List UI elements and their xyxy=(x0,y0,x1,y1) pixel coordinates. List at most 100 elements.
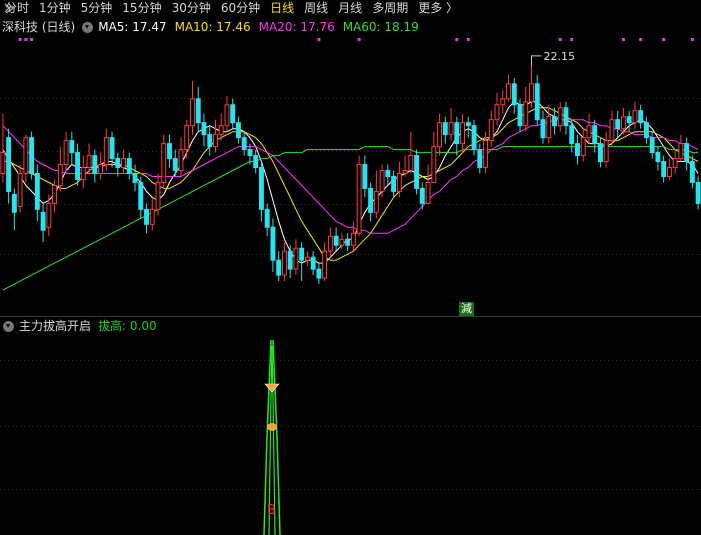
candle-33 xyxy=(190,80,195,135)
dropdown-chevron-icon[interactable] xyxy=(82,21,94,33)
candle-94 xyxy=(540,110,546,144)
candle-body xyxy=(488,119,494,142)
candle-12 xyxy=(69,131,75,165)
ma-legend-item-2: MA20: 17.76 xyxy=(258,20,335,34)
dropdown-chevron-icon[interactable] xyxy=(3,320,14,332)
tab-6[interactable]: 日线 xyxy=(265,0,299,17)
candle-body xyxy=(379,170,385,192)
candle-117 xyxy=(672,149,678,174)
candle-7 xyxy=(40,203,46,243)
candle-body xyxy=(34,172,40,210)
candle-54 xyxy=(310,251,316,276)
candle-body xyxy=(632,110,638,124)
candle-10 xyxy=(57,146,63,192)
candle-27 xyxy=(155,173,161,216)
candle-body xyxy=(529,83,534,103)
candle-body xyxy=(178,149,184,172)
candle-body xyxy=(92,155,98,174)
candle-body xyxy=(534,83,540,121)
panel-divider[interactable] xyxy=(0,316,701,317)
candle-body xyxy=(368,187,374,213)
candle-4 xyxy=(23,134,29,183)
candle-51 xyxy=(293,239,299,276)
candle-body xyxy=(557,107,563,127)
candle-69 xyxy=(396,161,402,198)
candle-body xyxy=(126,158,132,174)
buy-signal-label: B xyxy=(267,503,276,518)
candle-body xyxy=(638,110,644,124)
tab-5[interactable]: 60分钟 xyxy=(216,0,265,17)
candle-body xyxy=(86,155,92,169)
candle-105 xyxy=(603,131,609,168)
candle-body xyxy=(597,143,603,163)
candle-body xyxy=(121,158,126,169)
candle-22 xyxy=(126,152,132,180)
candle-body xyxy=(661,161,667,177)
candle-52 xyxy=(299,242,305,282)
candle-53 xyxy=(304,251,310,267)
candle-body xyxy=(230,104,236,124)
period-tab-bar: 分时 1分钟 5分钟 15分钟 30分钟 60分钟 日线 周线 月线 多周期 更多 〉 xyxy=(0,0,701,17)
ma-legend-item-1: MA10: 17.46 xyxy=(174,20,251,34)
candle-97 xyxy=(557,101,563,132)
candle-body xyxy=(500,98,506,106)
down-arrow-icon xyxy=(264,383,280,393)
candle-body xyxy=(281,250,287,276)
candle-88 xyxy=(506,74,511,102)
tab-8[interactable]: 月线 xyxy=(333,0,367,17)
candle-109 xyxy=(626,110,632,132)
candle-body xyxy=(195,98,201,124)
indicator-chart[interactable]: B xyxy=(0,336,701,535)
candle-body xyxy=(603,140,609,163)
candle-47 xyxy=(270,218,276,273)
candle-91 xyxy=(523,86,529,132)
candle-body xyxy=(689,161,695,183)
candlestick-chart[interactable]: 22.15 xyxy=(0,36,701,316)
signal-dot-4 xyxy=(357,38,361,41)
candle-body xyxy=(201,122,207,136)
candle-body xyxy=(29,137,35,174)
candle-114 xyxy=(655,146,661,171)
candle-body xyxy=(419,187,425,204)
signal-dot-9 xyxy=(621,38,625,41)
candle-body xyxy=(293,247,299,270)
candle-body xyxy=(649,137,655,154)
tab-1[interactable]: 1分钟 xyxy=(34,0,76,17)
candle-body xyxy=(316,268,322,279)
candle-39 xyxy=(224,95,230,132)
candle-20 xyxy=(115,152,121,177)
tab-4[interactable]: 30分钟 xyxy=(167,0,216,17)
tab-2[interactable]: 5分钟 xyxy=(76,0,118,17)
tab-7[interactable]: 周线 xyxy=(299,0,333,17)
candle-87 xyxy=(500,89,506,114)
tab-9[interactable]: 多周期 xyxy=(367,0,413,17)
candle-body xyxy=(132,172,138,183)
candle-15 xyxy=(86,143,92,174)
candle-body xyxy=(40,211,46,231)
candle-42 xyxy=(241,131,247,156)
tab-10[interactable]: 更多 〉 xyxy=(413,0,463,17)
candle-body xyxy=(666,167,672,177)
candle-body xyxy=(678,143,684,160)
candle-0 xyxy=(0,113,6,183)
candle-body xyxy=(6,137,12,192)
candle-21 xyxy=(121,149,126,174)
candle-103 xyxy=(592,119,598,153)
double-chevron-icon[interactable] xyxy=(2,1,16,15)
candle-body xyxy=(402,170,408,174)
candle-62 xyxy=(356,155,362,237)
tab-3[interactable]: 15分钟 xyxy=(117,0,166,17)
candle-89 xyxy=(511,77,517,114)
stock-info-bar: 深科技 (日线) MA5: 17.47 MA10: 17.46 MA20: 17.7… xyxy=(0,19,427,35)
candle-body xyxy=(442,122,448,136)
candle-29 xyxy=(167,134,172,168)
candle-body xyxy=(103,137,109,166)
candle-body xyxy=(167,143,172,160)
candle-body xyxy=(155,181,161,210)
ma-legend-item-0: MA5: 17.47 xyxy=(98,20,167,34)
candle-body xyxy=(138,181,144,210)
candle-74 xyxy=(425,164,431,204)
candle-41 xyxy=(236,116,241,144)
candle-body xyxy=(460,122,465,145)
candle-28 xyxy=(161,134,167,189)
